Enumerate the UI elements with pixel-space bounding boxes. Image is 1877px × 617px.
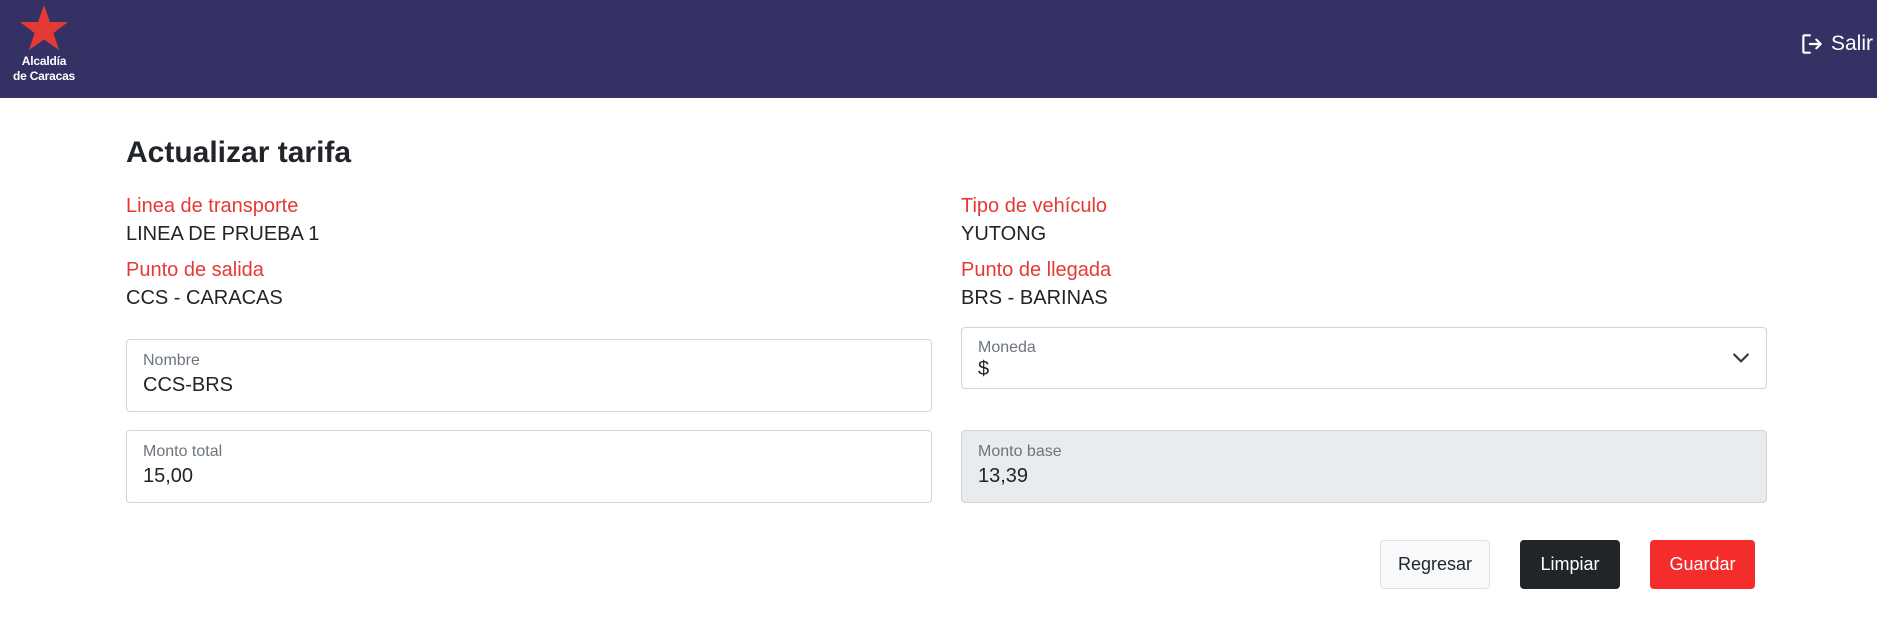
nombre-label: Nombre [143, 352, 200, 369]
logo[interactable]: Alcaldía de Caracas [6, 4, 82, 88]
monto-total-label: Monto total [143, 443, 223, 460]
chevron-down-icon [1733, 353, 1749, 363]
punto-llegada-value: BRS - BARINAS [961, 287, 1108, 309]
logout-button[interactable]: Salir [1799, 30, 1873, 58]
punto-salida-value: CCS - CARACAS [126, 287, 283, 309]
star-icon [20, 5, 68, 50]
monto-total-input[interactable]: 15,00 [143, 465, 193, 488]
logout-icon [1802, 34, 1822, 54]
moneda-label: Moneda [978, 339, 1036, 356]
punto-salida-label: Punto de salida [126, 259, 264, 281]
monto-base-input: 13,39 [978, 465, 1029, 487]
logo-text-line2: de Caracas [12, 69, 76, 83]
linea-value: LINEA DE PRUEBA 1 [126, 223, 320, 245]
nombre-field[interactable]: Nombre CCS-BRS [126, 339, 932, 412]
nombre-input[interactable]: CCS-BRS [143, 374, 233, 397]
tipo-vehiculo-value: YUTONG [961, 223, 1047, 245]
logo-text-line1: Alcaldía [21, 54, 67, 68]
clear-button[interactable]: Limpiar [1520, 540, 1620, 589]
tipo-vehiculo-label: Tipo de vehículo [961, 195, 1108, 217]
monto-base-field: Monto base 13,39 [961, 430, 1767, 503]
logout-label: Salir [1830, 32, 1873, 55]
moneda-value: $ [978, 358, 990, 380]
logo-text: Alcaldía de Caracas [13, 54, 75, 84]
monto-total-field[interactable]: Monto total 15,00 [126, 430, 932, 503]
linea-label: Linea de transporte [126, 195, 299, 217]
save-button[interactable]: Guardar [1650, 540, 1755, 589]
punto-llegada-label: Punto de llegada [961, 259, 1112, 281]
monto-base-label: Monto base [978, 443, 1062, 460]
top-navbar: Alcaldía de Caracas Salir [0, 0, 1877, 98]
page-title: Actualizar tarifa [126, 136, 352, 169]
moneda-select[interactable]: Moneda $ [961, 327, 1767, 389]
back-button[interactable]: Regresar [1380, 540, 1490, 589]
